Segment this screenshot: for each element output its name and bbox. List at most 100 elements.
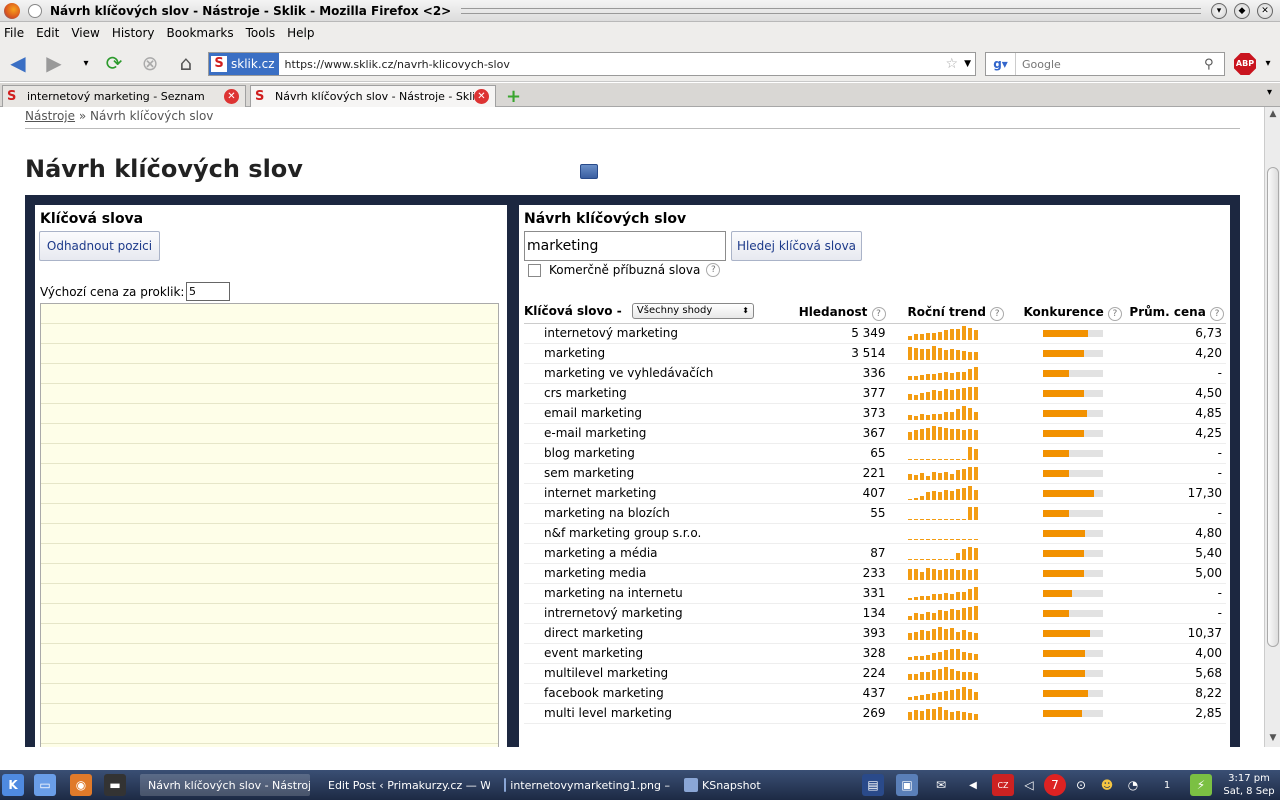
new-tab-icon[interactable]: + <box>506 86 521 107</box>
table-row[interactable]: e-mail marketing 367 4,25 <box>524 423 1226 444</box>
site-identity[interactable]: S sklik.cz <box>209 53 279 75</box>
table-row[interactable]: marketing 3 514 4,20 <box>524 343 1226 364</box>
table-row[interactable]: marketing ve vyhledávačích 336 - <box>524 363 1226 384</box>
clock[interactable]: 3:17 pm Sat, 8 Sep <box>1222 772 1276 798</box>
col-searches[interactable]: Hledanost ? <box>793 303 890 324</box>
search-input[interactable] <box>1016 57 1204 71</box>
table-row[interactable]: marketing na blozích 55 - <box>524 503 1226 524</box>
terminal-icon[interactable]: ▬ <box>104 774 126 796</box>
table-row[interactable]: internetový marketing 5 349 6,73 <box>524 323 1226 344</box>
help-icon[interactable]: ? <box>1107 306 1122 321</box>
notifier-icon[interactable]: ☻ <box>1096 774 1118 796</box>
col-competition[interactable]: Konkurence ? <box>1011 303 1130 324</box>
table-row[interactable]: direct marketing 393 10,37 <box>524 623 1226 644</box>
keyword-cell[interactable]: marketing a média <box>524 543 794 564</box>
keyword-cell[interactable]: multi level marketing <box>524 703 794 724</box>
bookmark-star-icon[interactable]: ☆ <box>946 56 959 72</box>
minimize-icon[interactable]: ▾ <box>1211 2 1227 19</box>
wifi-icon[interactable]: ◔ <box>1122 774 1144 796</box>
estimate-position-button[interactable]: Odhadnout pozici <box>39 231 160 261</box>
match-type-select[interactable]: Všechny shody ⬍ <box>631 303 754 320</box>
keyword-cell[interactable]: n&f marketing group s.r.o. <box>524 523 794 544</box>
keyboard-layout-icon[interactable]: CZ <box>992 774 1014 796</box>
keyword-cell[interactable]: marketing na internetu <box>524 583 794 604</box>
stop-icon[interactable]: ⊗ <box>138 51 162 75</box>
page-scrollbar[interactable]: ▲ ▼ <box>1264 107 1280 747</box>
pin-icon[interactable] <box>28 3 42 18</box>
keyword-cell[interactable]: intrernetový marketing <box>524 603 794 624</box>
url-dropdown-icon[interactable]: ▼ <box>964 59 971 69</box>
tab-list-icon[interactable]: ▾ <box>1267 87 1272 98</box>
maximize-icon[interactable]: ◆ <box>1234 2 1250 19</box>
help-icon[interactable]: ? <box>1210 306 1224 321</box>
task-firefox-sklik[interactable]: Návrh klíčových slov - Nástroj <box>140 774 310 796</box>
breadcrumb-link-nastroje[interactable]: Nástroje <box>25 109 75 123</box>
menu-history[interactable]: History <box>112 26 155 40</box>
keyword-cell[interactable]: internetový marketing <box>524 323 794 344</box>
scrollbar-thumb[interactable] <box>1267 167 1279 647</box>
history-dropdown-icon[interactable]: ▾ <box>74 51 98 75</box>
url-text[interactable]: https://www.sklik.cz/navrh-klicovych-slo… <box>285 58 946 71</box>
table-row[interactable]: multilevel marketing 224 5,68 <box>524 663 1226 684</box>
keyword-cell[interactable]: marketing na blozích <box>524 503 794 524</box>
table-row[interactable]: email marketing 373 4,85 <box>524 403 1226 424</box>
keywords-textarea[interactable] <box>40 303 499 747</box>
menu-bookmarks[interactable]: Bookmarks <box>167 26 234 40</box>
close-window-icon[interactable]: ✕ <box>1257 2 1273 19</box>
desktop-number[interactable]: 1 <box>1156 774 1178 796</box>
table-row[interactable]: event marketing 328 4,00 <box>524 643 1226 664</box>
keyword-cell[interactable]: blog marketing <box>524 443 794 464</box>
toolbar-dropdown-icon[interactable]: ▾ <box>1256 51 1280 75</box>
skype-icon[interactable]: 7 <box>1044 774 1066 796</box>
table-row[interactable]: facebook marketing 437 8,22 <box>524 683 1226 704</box>
table-row[interactable]: multi level marketing 269 2,85 <box>524 703 1226 724</box>
network-icon[interactable]: ▣ <box>896 774 918 796</box>
update-icon[interactable]: ⊙ <box>1070 774 1092 796</box>
close-tab-icon[interactable]: ✕ <box>224 89 239 104</box>
help-icon[interactable]: ? <box>706 263 721 277</box>
forward-icon[interactable]: ▶ <box>42 51 66 75</box>
reload-icon[interactable]: ⟳ <box>102 51 126 75</box>
mail-icon[interactable]: ✉ <box>930 774 952 796</box>
keyword-cell[interactable]: multilevel marketing <box>524 663 794 684</box>
tab-seznam[interactable]: S internetový marketing - Seznam ✕ <box>2 85 246 107</box>
tray-arrow-icon[interactable]: ◀ <box>962 774 984 796</box>
keyword-cell[interactable]: event marketing <box>524 643 794 664</box>
keyword-cell[interactable]: marketing <box>524 343 794 364</box>
col-avg-price[interactable]: Prům. cena ? <box>1129 303 1226 324</box>
keyword-cell[interactable]: e-mail marketing <box>524 423 794 444</box>
menu-file[interactable]: File <box>4 26 24 40</box>
back-icon[interactable]: ◀ <box>6 51 30 75</box>
menu-view[interactable]: View <box>71 26 99 40</box>
task-ksnapshot[interactable]: KSnapshot <box>680 774 820 796</box>
volume-icon[interactable]: ◁ <box>1018 774 1040 796</box>
task-firefox-primakurzy[interactable]: Edit Post ‹ Primakurzy.cz — W <box>320 774 490 796</box>
search-keywords-button[interactable]: Hledej klíčová slova <box>731 231 862 261</box>
default-price-input[interactable] <box>186 282 230 301</box>
table-row[interactable]: intrernetový marketing 134 - <box>524 603 1226 624</box>
table-row[interactable]: n&f marketing group s.r.o. 4,80 <box>524 523 1226 544</box>
kde-menu-icon[interactable]: K <box>2 774 24 796</box>
google-engine-icon[interactable]: g▾ <box>986 53 1016 75</box>
table-row[interactable]: sem marketing 221 - <box>524 463 1226 484</box>
commercial-related-checkbox[interactable] <box>528 263 541 277</box>
search-icon[interactable]: ⚲ <box>1204 57 1224 72</box>
close-tab-icon[interactable]: ✕ <box>474 89 489 104</box>
folder-icon[interactable]: ▭ <box>34 774 56 796</box>
col-trend[interactable]: Roční trend ? <box>889 303 1012 324</box>
menu-edit[interactable]: Edit <box>36 26 59 40</box>
scroll-down-icon[interactable]: ▼ <box>1267 733 1279 745</box>
table-row[interactable]: marketing na internetu 331 - <box>524 583 1226 604</box>
keyword-search-input[interactable] <box>524 231 726 261</box>
keyword-cell[interactable]: sem marketing <box>524 463 794 484</box>
keyword-cell[interactable]: direct marketing <box>524 623 794 644</box>
battery-icon[interactable]: ⚡ <box>1190 774 1212 796</box>
table-row[interactable]: crs marketing 377 4,50 <box>524 383 1226 404</box>
keyword-cell[interactable]: email marketing <box>524 403 794 424</box>
keyword-cell[interactable]: internet marketing <box>524 483 794 504</box>
menu-help[interactable]: Help <box>287 26 314 40</box>
search-bar[interactable]: g▾ ⚲ <box>985 52 1225 76</box>
table-row[interactable]: blog marketing 65 - <box>524 443 1226 464</box>
scroll-up-icon[interactable]: ▲ <box>1267 109 1279 121</box>
help-icon[interactable]: ? <box>990 306 1005 321</box>
